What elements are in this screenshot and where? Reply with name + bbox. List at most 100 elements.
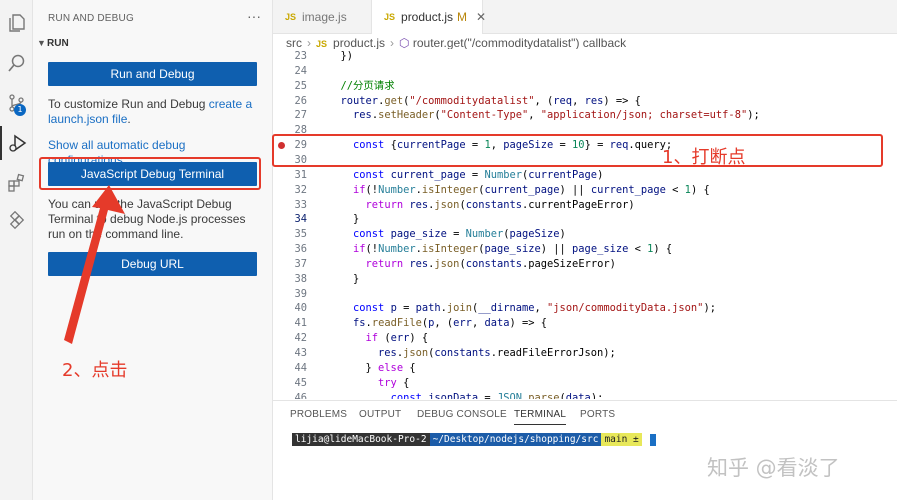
breadcrumb-symbol[interactable]: router.get("/commoditydatalist") callbac… — [413, 36, 626, 50]
code-line[interactable]: 26 router.get("/commoditydatalist", (req… — [273, 94, 897, 109]
remote-explorer-icon[interactable] — [0, 204, 33, 238]
tab-product-js[interactable]: JS product.js M ✕ — [371, 0, 486, 34]
code-text: res.setHeader("Content-Type", "applicati… — [353, 109, 760, 122]
code-line[interactable]: 24 — [273, 64, 897, 79]
js-debug-description: You can use the JavaScript Debug Termina… — [48, 197, 246, 241]
code-line[interactable]: 44 } else { — [273, 361, 897, 376]
code-line[interactable]: 23 }) — [273, 49, 897, 64]
code-text: } — [328, 213, 360, 226]
line-number: 31 — [294, 168, 307, 181]
editor-tabs: JS image.js JS product.js M ✕ — [273, 0, 897, 34]
line-number: 46 — [294, 391, 307, 399]
code-line[interactable]: 40 const p = path.join(__dirname, "json/… — [273, 301, 897, 316]
code-line[interactable]: 35 const page_size = Number(pageSize) — [273, 227, 897, 242]
more-actions-icon[interactable]: ··· — [247, 8, 261, 24]
tab-image-js[interactable]: JS image.js — [273, 0, 371, 34]
code-text: if(!Number.isInteger(page_size) || page_… — [353, 243, 673, 256]
modified-indicator: M — [457, 10, 468, 24]
code-text: res.json(constants.readFileErrorJson); — [378, 347, 616, 359]
breadcrumb-folder[interactable]: src — [286, 36, 302, 50]
code-text: fs.readFile(p, (err, data) => { — [353, 317, 548, 330]
code-line[interactable]: 43 res.json(constants.readFileErrorJson)… — [273, 346, 897, 361]
line-number: 44 — [294, 361, 307, 374]
code-line[interactable]: 33 return res.json(constants.currentPage… — [273, 198, 897, 213]
code-line[interactable]: 37 return res.json(constants.pageSizeErr… — [273, 257, 897, 272]
explorer-icon[interactable] — [0, 6, 33, 40]
code-line[interactable]: 25 //分页请求 — [273, 79, 897, 94]
tab-ports[interactable]: PORTS — [580, 409, 615, 420]
code-text: try { — [378, 376, 410, 389]
tab-output[interactable]: OUTPUT — [359, 409, 401, 420]
tab-problems[interactable]: PROBLEMS — [290, 409, 347, 420]
code-line[interactable]: 32 if(!Number.isInteger(current_page) ||… — [273, 183, 897, 198]
code-line[interactable]: 36 if(!Number.isInteger(page_size) || pa… — [273, 242, 897, 257]
line-number: 38 — [294, 272, 307, 285]
breadcrumb: src › JS product.js › ⬡ router.get("/commodit… — [286, 36, 626, 50]
line-number: 35 — [294, 228, 307, 241]
run-section-label: RUN — [47, 38, 69, 49]
run-section-header[interactable]: ▼RUN — [37, 38, 69, 49]
breadcrumb-file[interactable]: product.js — [333, 36, 385, 50]
line-number: 41 — [294, 317, 307, 330]
code-text: } else { — [328, 361, 416, 374]
line-number: 45 — [294, 376, 307, 389]
code-line[interactable]: 38 } — [273, 272, 897, 287]
code-line[interactable]: 42 if (err) { — [273, 331, 897, 346]
bottom-panel: PROBLEMS OUTPUT DEBUG CONSOLE TERMINAL P… — [273, 400, 897, 500]
chevron-down-icon: ▼ — [37, 38, 46, 48]
code-text: return res.json(constants.pageSizeError) — [365, 257, 616, 270]
line-number: 23 — [294, 50, 307, 62]
code-text: }) — [328, 50, 354, 62]
line-number: 43 — [294, 347, 307, 359]
chevron-right-icon: › — [307, 36, 311, 50]
prompt-git-branch: main ± — [601, 433, 642, 446]
code-line[interactable]: 39 — [273, 287, 897, 302]
extensions-icon[interactable] — [0, 166, 33, 200]
tab-label: image.js — [302, 10, 347, 24]
customize-prefix: To customize Run and Debug — [48, 97, 209, 111]
code-text: const page_size = Number(pageSize) — [353, 228, 566, 241]
js-file-icon: JS — [316, 39, 328, 49]
code-line[interactable]: 41 fs.readFile(p, (err, data) => { — [273, 316, 897, 331]
code-text: const current_page = Number(currentPage) — [353, 168, 604, 181]
line-number: 34 — [294, 213, 307, 226]
code-line[interactable]: 27 res.setHeader("Content-Type", "applic… — [273, 108, 897, 123]
chevron-right-icon: › — [390, 36, 395, 50]
line-number: 36 — [294, 243, 307, 256]
run-and-debug-button[interactable]: Run and Debug — [48, 62, 257, 86]
watermark: 知乎 @看淡了 — [707, 456, 840, 480]
line-number: 40 — [294, 302, 307, 315]
tab-terminal[interactable]: TERMINAL — [514, 409, 567, 425]
scm-badge: 1 — [14, 104, 26, 116]
tab-debug-console[interactable]: DEBUG CONSOLE — [417, 409, 507, 420]
terminal-cursor — [649, 433, 656, 446]
code-text: if(!Number.isInteger(current_page) || cu… — [353, 183, 710, 196]
search-icon[interactable] — [0, 46, 33, 80]
code-line[interactable]: 46 const jsonData = JSON.parse(data); — [273, 391, 897, 399]
annotation-step1: 1、打断点 — [662, 147, 746, 168]
button-highlight-box — [39, 157, 261, 190]
line-number: 37 — [294, 257, 307, 270]
prompt-user: lijia@lideMacBook-Pro-2 — [292, 433, 430, 446]
tab-label: product.js — [401, 10, 454, 24]
code-line[interactable]: 34 } — [273, 212, 897, 227]
code-line[interactable]: 31 const current_page = Number(currentPa… — [273, 168, 897, 183]
activity-bar: 1 — [0, 0, 33, 500]
debug-url-button[interactable]: Debug URL — [48, 252, 257, 276]
line-number: 42 — [294, 332, 307, 345]
customize-text: To customize Run and Debug create a laun… — [48, 97, 263, 127]
close-icon[interactable]: ✕ — [476, 10, 486, 24]
code-editor[interactable]: 23 }) 24 25 //分页请求 26 router.get("/commodit… — [273, 49, 897, 399]
line-number: 33 — [294, 198, 307, 211]
code-text: } — [328, 272, 360, 285]
terminal-prompt[interactable]: lijia@lideMacBook-Pro-2 ~/Desktop/nodejs… — [292, 433, 656, 446]
js-file-icon: JS — [384, 12, 396, 22]
code-text: router.get("/commoditydatalist", (req, r… — [340, 94, 641, 107]
code-text: if (err) { — [365, 332, 429, 345]
run-debug-icon[interactable] — [0, 126, 33, 160]
code-text: const jsonData = JSON.parse(data); — [390, 391, 604, 399]
code-line[interactable]: 45 try { — [273, 376, 897, 391]
code-text: return res.json(constants.currentPageErr… — [365, 198, 635, 211]
run-debug-sidebar: RUN AND DEBUG ··· ▼RUN Run and Debug To … — [33, 0, 273, 500]
js-file-icon: JS — [285, 12, 297, 22]
